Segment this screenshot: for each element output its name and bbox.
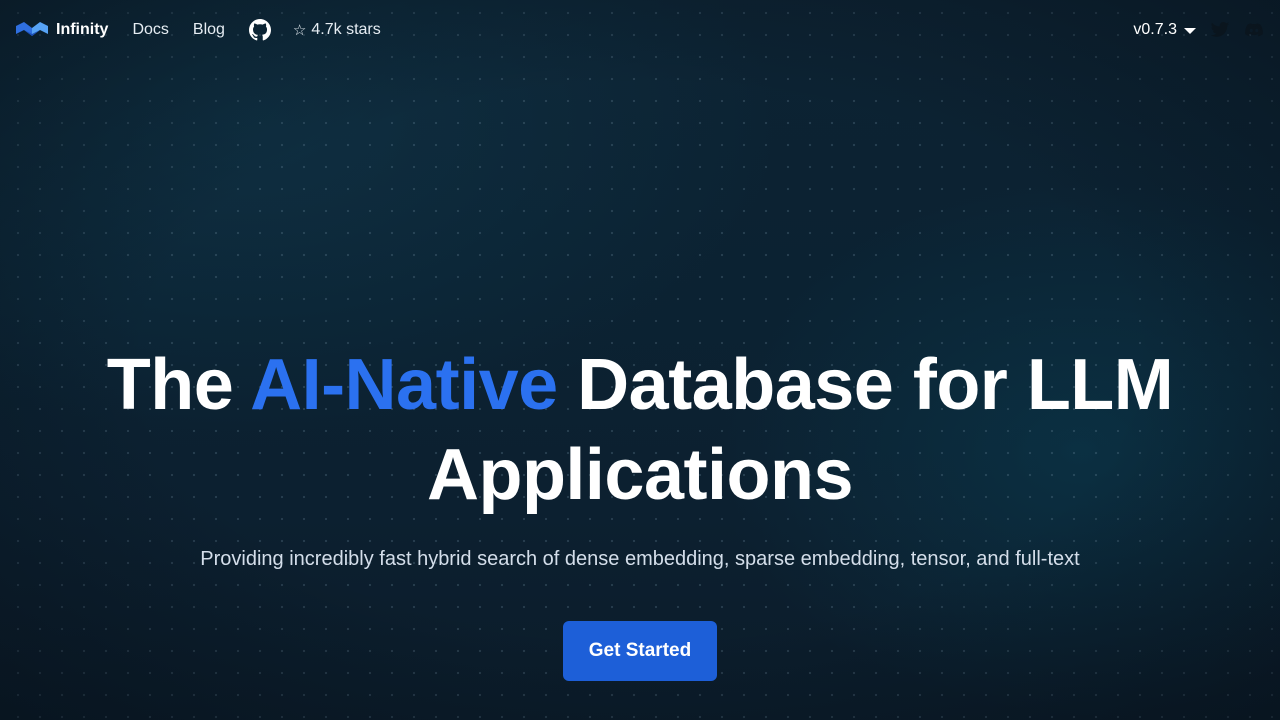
caret-down-icon (1184, 28, 1196, 34)
github-icon[interactable] (248, 19, 271, 41)
github-stars-link[interactable]: ☆ 4.7k stars (293, 21, 381, 39)
nav-right: v0.7.3 (1133, 20, 1264, 40)
star-icon: ☆ (292, 22, 307, 39)
brand-name: Infinity (56, 21, 109, 38)
brand-link[interactable]: Infinity (16, 20, 108, 40)
get-started-button[interactable]: Get Started (563, 621, 717, 681)
hero-title-pre: The (106, 345, 251, 425)
hero-title-accent: AI-Native (250, 345, 558, 425)
infinity-logo-icon (16, 22, 48, 36)
discord-icon[interactable] (1244, 20, 1264, 40)
version-label: v0.7.3 (1133, 21, 1177, 38)
twitter-icon[interactable] (1210, 20, 1230, 40)
github-stars-count: 4.7k stars (311, 21, 381, 38)
nav-link-blog[interactable]: Blog (181, 21, 237, 39)
hero-section: The AI-Native Database for LLM Applicati… (0, 340, 1280, 681)
hero-title: The AI-Native Database for LLM Applicati… (0, 340, 1280, 520)
hero-subtitle: Providing incredibly fast hybrid search … (200, 548, 1080, 570)
top-navbar: Infinity Docs Blog ☆ 4.7k stars v0.7.3 (0, 0, 1280, 60)
nav-link-docs[interactable]: Docs (120, 21, 180, 39)
version-dropdown[interactable]: v0.7.3 (1133, 21, 1196, 39)
nav-links: Docs Blog ☆ 4.7k stars (120, 19, 381, 41)
